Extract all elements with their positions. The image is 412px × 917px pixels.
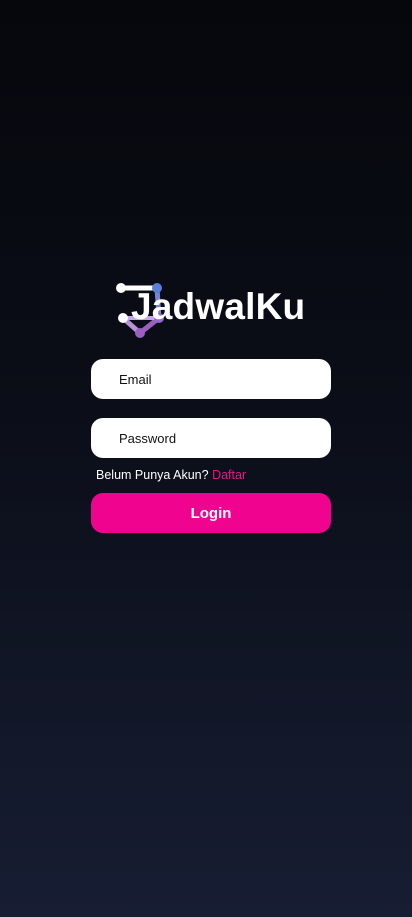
email-field[interactable] xyxy=(91,359,331,399)
password-field[interactable] xyxy=(91,418,331,458)
register-link[interactable]: Daftar xyxy=(212,468,246,482)
password-field-container xyxy=(91,418,331,458)
app-logo: JadwalKu xyxy=(113,280,306,340)
register-row: Belum Punya Akun? Daftar xyxy=(96,468,246,482)
login-button[interactable]: Login xyxy=(91,493,331,533)
email-field-container xyxy=(91,359,331,399)
logo-text: JadwalKu xyxy=(131,286,306,327)
login-screen: JadwalKu Belum Punya Akun? Daftar Login xyxy=(0,0,412,917)
register-prompt: Belum Punya Akun? xyxy=(96,468,209,482)
